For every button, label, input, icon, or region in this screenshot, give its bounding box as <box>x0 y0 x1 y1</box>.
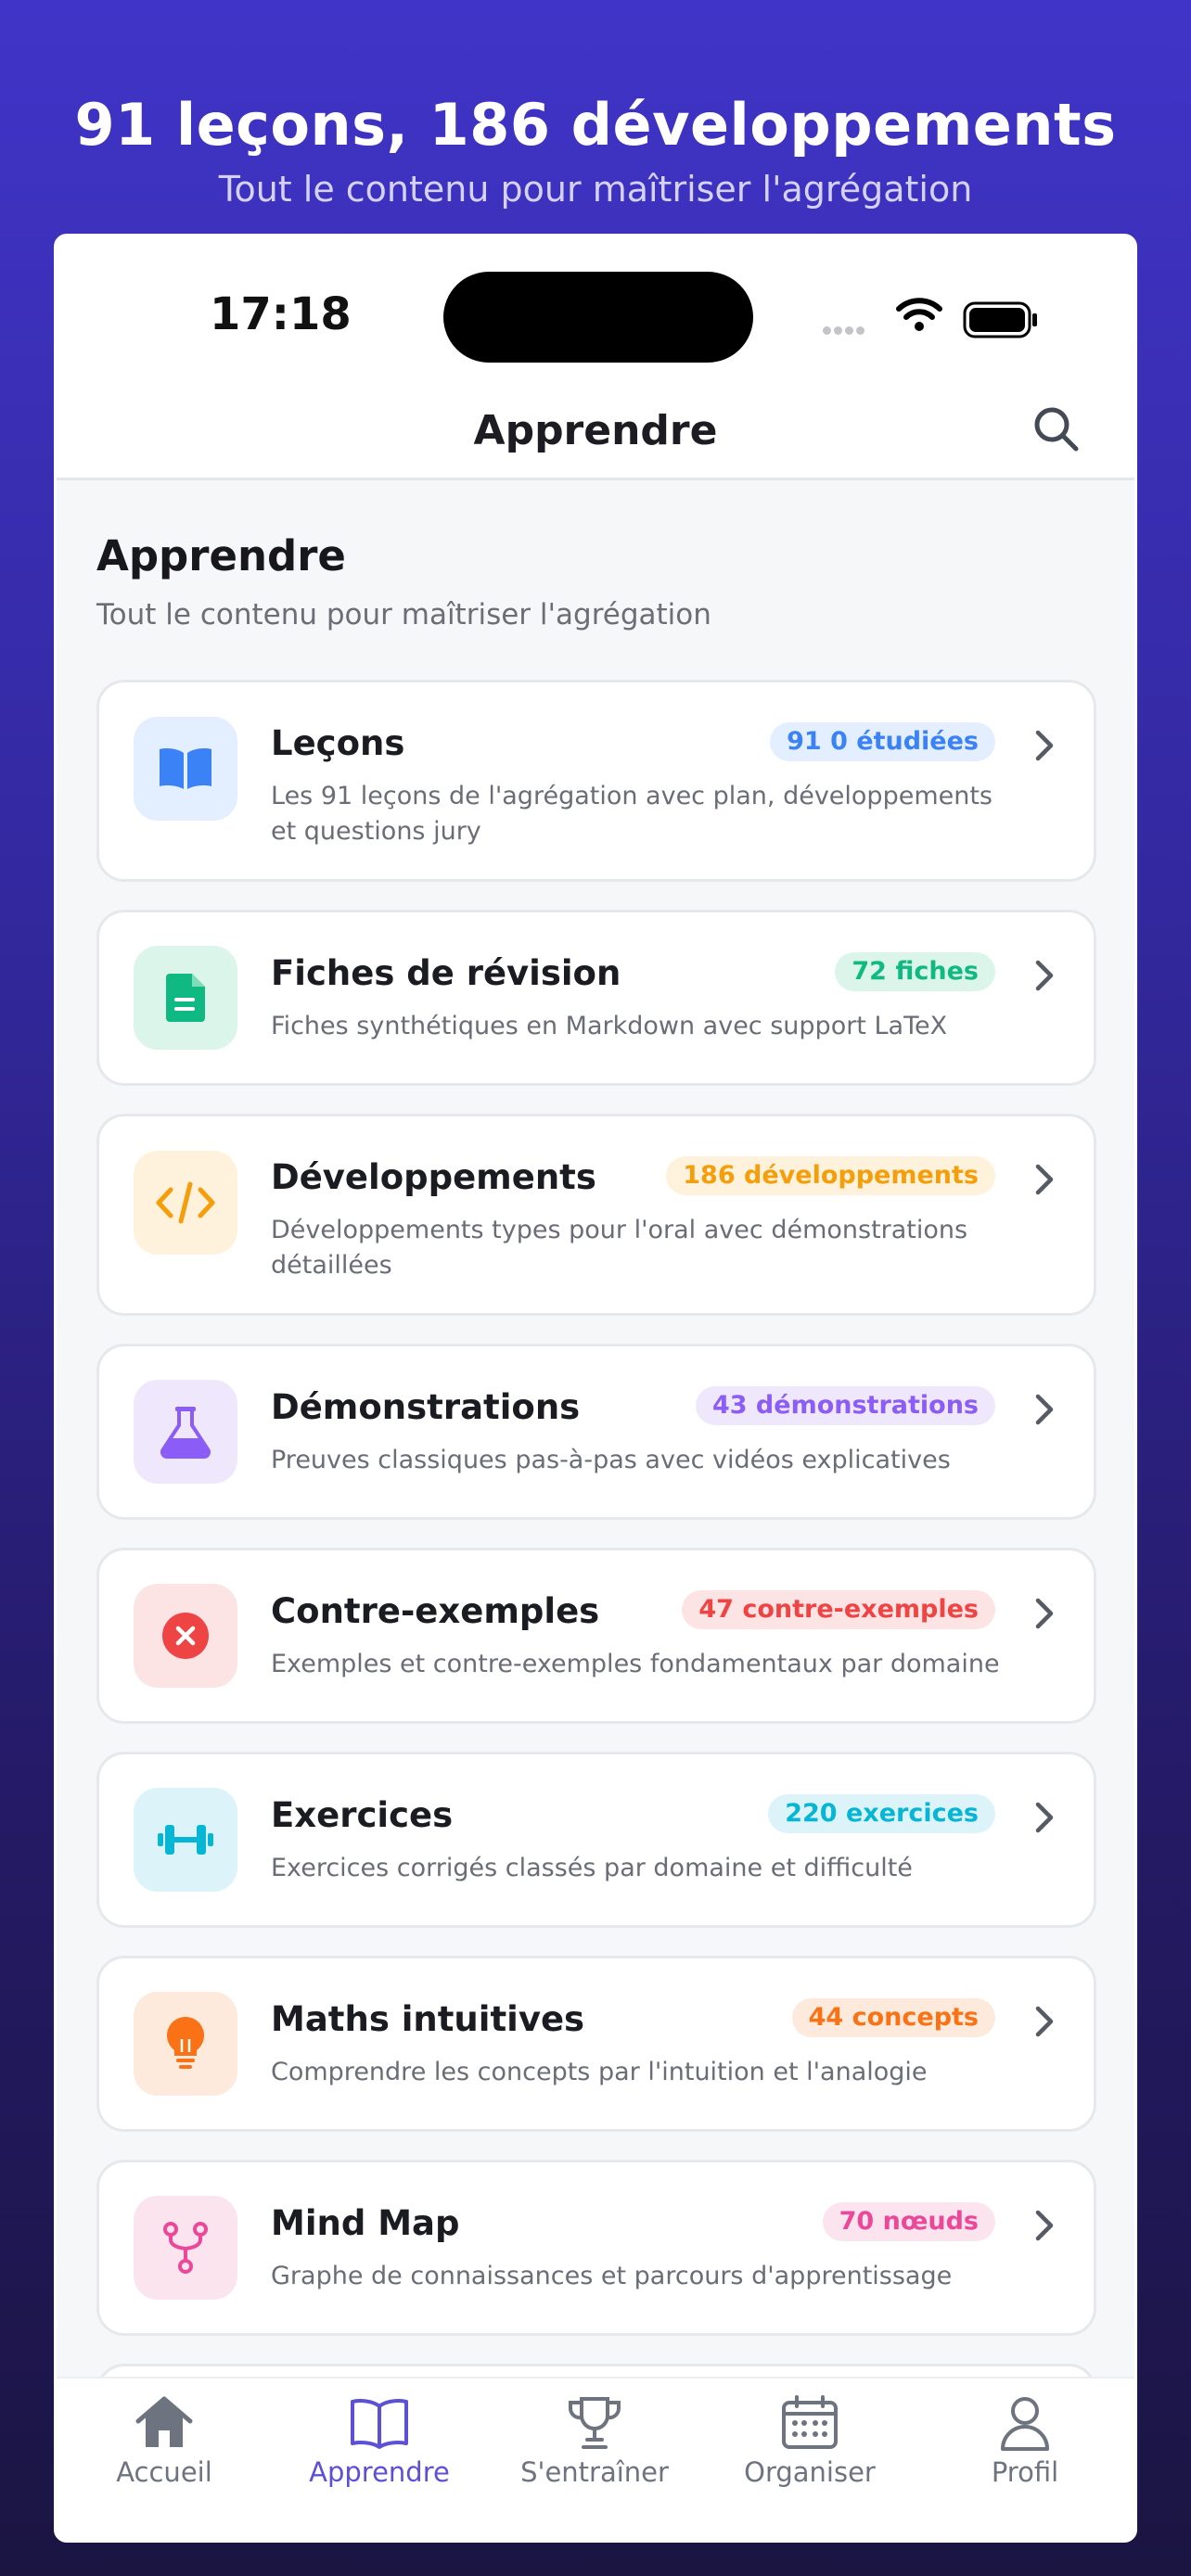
card-maths-intuitives[interactable]: Maths intuitives 44 concepts Comprendre … <box>96 1956 1096 2132</box>
card-title: Leçons <box>271 723 405 763</box>
x-circle-icon <box>162 1613 209 1659</box>
section-list: Leçons 91 0 étudiées Les 91 leçons de l'… <box>96 680 1096 2419</box>
card-title: Fiches de révision <box>271 953 621 993</box>
card-badge: 70 nœuds <box>822 2202 995 2241</box>
user-icon <box>1001 2397 1049 2451</box>
search-icon[interactable] <box>1032 405 1081 453</box>
page-subtitle: Tout le contenu pour maîtriser l'agrégat… <box>96 598 711 631</box>
promo-title: 91 leçons, 186 développements <box>74 91 1117 159</box>
open-book-icon <box>351 2399 408 2449</box>
book-icon <box>160 748 211 789</box>
card-icon-box <box>134 946 237 1050</box>
card-description: Preuves classiques pas-à-pas avec vidéos… <box>271 1446 951 1474</box>
dumbbell-icon <box>158 1825 213 1855</box>
card-badge: 43 démonstrations <box>695 1386 995 1425</box>
card-developpements[interactable]: Développements 186 développements Dévelo… <box>96 1114 1096 1316</box>
card-badge: 186 développements <box>666 1156 995 1195</box>
card-demonstrations[interactable]: Démonstrations 43 démonstrations Preuves… <box>96 1344 1096 1520</box>
card-badge: 220 exercices <box>768 1794 995 1833</box>
card-icon-box <box>134 1151 237 1255</box>
card-badge: 72 fiches <box>835 952 995 991</box>
card-fiches-revision[interactable]: Fiches de révision 72 fiches Fiches synt… <box>96 910 1096 1086</box>
card-badge: 47 contre-exemples <box>682 1590 995 1629</box>
dynamic-island <box>443 272 753 363</box>
navigation-bar: Apprendre <box>57 366 1134 480</box>
card-lecons[interactable]: Leçons 91 0 étudiées Les 91 leçons de l'… <box>96 680 1096 882</box>
status-bar: 17:18 <box>57 236 1134 366</box>
tab-label: Profil <box>991 2456 1059 2488</box>
status-time: 17:18 <box>210 288 352 340</box>
phone-screen: 17:18 Apprendre Apprendre Tout le conten… <box>54 234 1137 2543</box>
nav-title: Apprendre <box>473 407 718 454</box>
card-badge: 44 concepts <box>791 1998 995 2037</box>
card-mind-map[interactable]: Mind Map 70 nœuds Graphe de connaissance… <box>96 2160 1096 2336</box>
lightbulb-icon <box>167 2017 204 2069</box>
tab-sentrainer[interactable]: S'entraîner <box>487 2395 702 2488</box>
card-icon-box <box>134 1380 237 1484</box>
chevron-right-icon <box>1035 1164 1054 1195</box>
card-badge: 91 0 étudiées <box>770 722 995 761</box>
card-icon-box <box>134 1584 237 1688</box>
card-title: Contre-exemples <box>271 1591 600 1631</box>
page-title: Apprendre <box>96 531 346 580</box>
chevron-right-icon <box>1035 1802 1054 1833</box>
card-description: Développements types pour l'oral avec dé… <box>271 1216 968 1280</box>
tab-accueil[interactable]: Accueil <box>57 2395 272 2488</box>
card-contre-exemples[interactable]: Contre-exemples 47 contre-exemples Exemp… <box>96 1548 1096 1724</box>
home-icon <box>135 2396 193 2447</box>
card-description: Exercices corrigés classés par domaine e… <box>271 1854 913 1882</box>
card-description: Les 91 leçons de l'agrégation avec plan,… <box>271 782 993 846</box>
calendar-icon <box>782 2395 838 2449</box>
chevron-right-icon <box>1035 1394 1054 1425</box>
card-title: Développements <box>271 1157 596 1197</box>
tab-label: Apprendre <box>309 2456 450 2488</box>
tab-bar: Accueil Apprendre S'entraîner Organiser … <box>57 2377 1134 2540</box>
signal-icon <box>823 321 867 338</box>
card-title: Mind Map <box>271 2203 460 2243</box>
chevron-right-icon <box>1035 2210 1054 2241</box>
card-icon-box <box>134 717 237 821</box>
chevron-right-icon <box>1035 1598 1054 1629</box>
card-icon-box <box>134 2196 237 2300</box>
tab-profil[interactable]: Profil <box>917 2395 1133 2488</box>
card-title: Maths intuitives <box>271 1999 585 2039</box>
card-icon-box <box>134 1992 237 2096</box>
card-icon-box <box>134 1788 237 1892</box>
trophy-icon <box>569 2397 621 2449</box>
wifi-icon <box>896 298 942 331</box>
tab-apprendre[interactable]: Apprendre <box>272 2395 487 2488</box>
promo-subtitle: Tout le contenu pour maîtriser l'agrégat… <box>218 169 973 210</box>
tab-organiser[interactable]: Organiser <box>702 2395 917 2488</box>
card-description: Fiches synthétiques en Markdown avec sup… <box>271 1012 948 1040</box>
chevron-right-icon <box>1035 960 1054 991</box>
card-description: Exemples et contre-exemples fondamentaux… <box>271 1650 1000 1678</box>
card-description: Comprendre les concepts par l'intuition … <box>271 2058 928 2086</box>
code-icon <box>156 1181 215 1224</box>
card-description: Graphe de connaissances et parcours d'ap… <box>271 2262 953 2290</box>
card-title: Exercices <box>271 1795 454 1835</box>
document-icon <box>166 974 205 1022</box>
flask-icon <box>160 1407 211 1459</box>
battery-icon <box>963 301 1037 338</box>
tab-label: S'entraîner <box>520 2456 669 2488</box>
chevron-right-icon <box>1035 2006 1054 2037</box>
card-title: Démonstrations <box>271 1387 581 1427</box>
tab-label: Accueil <box>116 2456 212 2488</box>
card-exercices[interactable]: Exercices 220 exercices Exercices corrig… <box>96 1752 1096 1928</box>
chevron-right-icon <box>1035 730 1054 761</box>
fork-icon <box>163 2222 208 2274</box>
tab-label: Organiser <box>744 2456 876 2488</box>
